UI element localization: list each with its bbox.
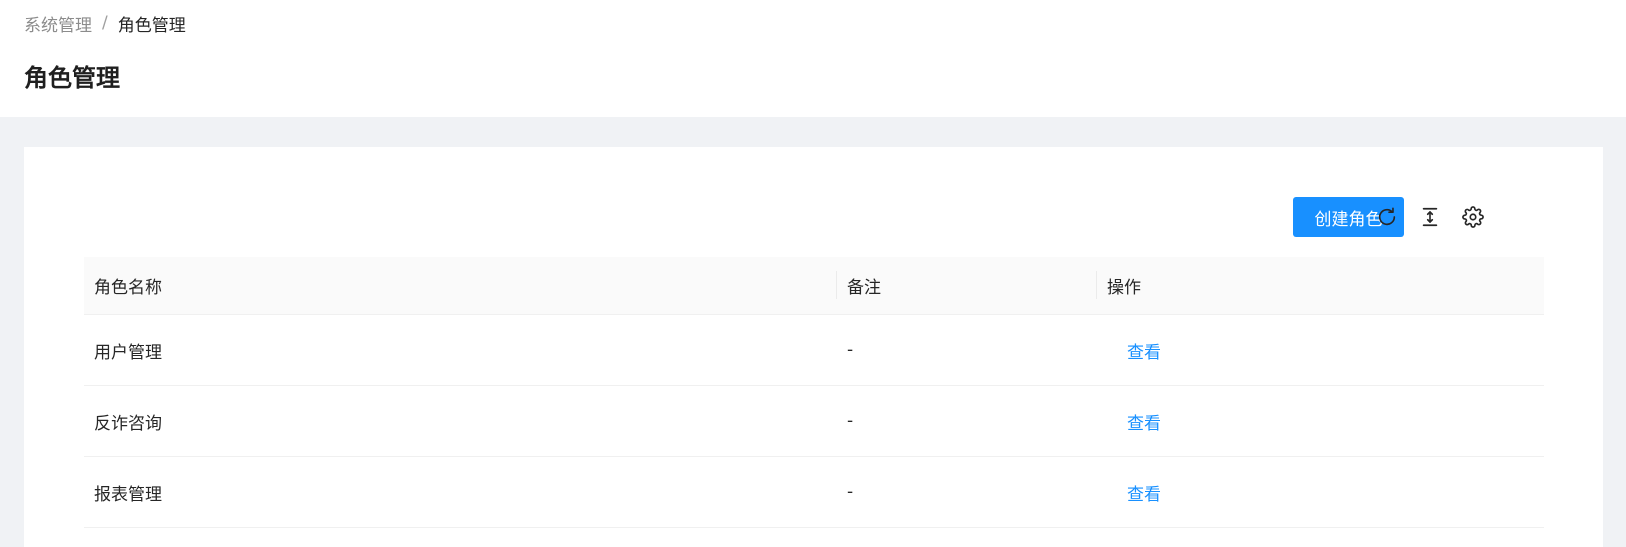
column-header-role-name: 角色名称 bbox=[94, 278, 162, 298]
view-link[interactable]: 查看 bbox=[1127, 409, 1161, 434]
column-divider bbox=[836, 271, 837, 299]
note-cell: - bbox=[847, 482, 854, 502]
settings-icon[interactable] bbox=[1459, 203, 1487, 231]
column-header-note: 备注 bbox=[847, 278, 881, 298]
breadcrumb-item-current: 角色管理 bbox=[117, 15, 186, 36]
action-cell: 查看 bbox=[1107, 386, 1161, 456]
column-height-icon[interactable] bbox=[1416, 203, 1444, 231]
refresh-icon[interactable] bbox=[1373, 203, 1401, 231]
column-divider bbox=[1096, 271, 1097, 299]
note-cell: - bbox=[847, 340, 854, 360]
view-link[interactable]: 查看 bbox=[1127, 338, 1161, 363]
column-header-actions: 操作 bbox=[1107, 278, 1141, 298]
note-cell: - bbox=[847, 411, 854, 431]
table-row: 用户管理 - 查看 bbox=[84, 315, 1544, 386]
table-row: 报表管理 - 查看 bbox=[84, 457, 1544, 528]
breadcrumb-item-system[interactable]: 系统管理 bbox=[24, 11, 92, 36]
page-header: 系统管理 / 角色管理 角色管理 bbox=[0, 0, 1626, 117]
role-name-cell: 报表管理 bbox=[94, 484, 162, 505]
table-row: 反诈咨询 - 查看 bbox=[84, 386, 1544, 457]
action-cell: 查看 bbox=[1107, 315, 1161, 385]
breadcrumb-separator: / bbox=[102, 13, 108, 33]
content-card: 创建角色 角色名称 备注 操作 用户管理 - 查看 反诈咨询 - 查看 报表管理… bbox=[24, 147, 1603, 547]
view-link[interactable]: 查看 bbox=[1127, 480, 1161, 505]
action-cell: 查看 bbox=[1107, 457, 1161, 527]
breadcrumb: 系统管理 / 角色管理 bbox=[24, 11, 186, 36]
role-name-cell: 用户管理 bbox=[94, 342, 162, 363]
roles-table: 角色名称 备注 操作 用户管理 - 查看 反诈咨询 - 查看 报表管理 - 查看 bbox=[84, 257, 1544, 528]
page-title: 角色管理 bbox=[24, 64, 120, 92]
role-name-cell: 反诈咨询 bbox=[94, 413, 162, 434]
table-header: 角色名称 备注 操作 bbox=[84, 257, 1544, 315]
